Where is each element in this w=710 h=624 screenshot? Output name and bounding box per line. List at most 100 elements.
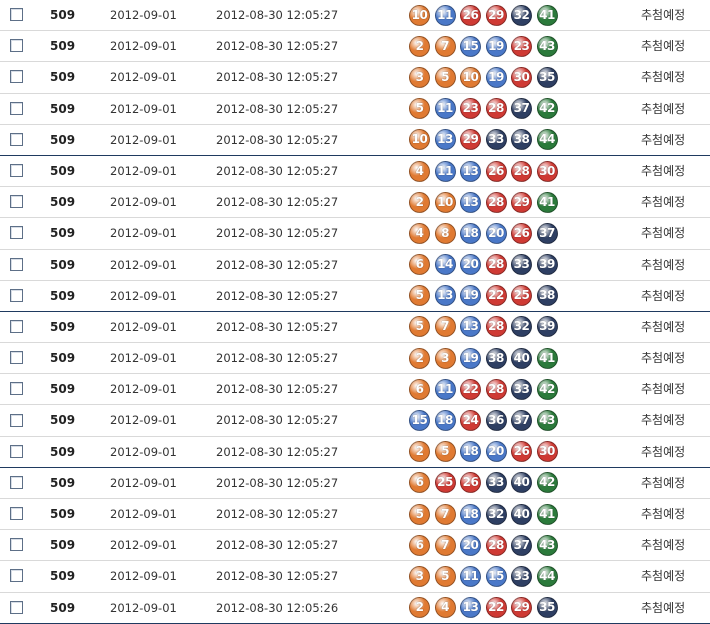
lotto-ball: 40: [511, 472, 532, 494]
lotto-ball: 13: [460, 597, 481, 619]
table-row: 509 2012-09-01 2012-08-30 12:05:27 2 3 19 38 40…: [0, 343, 710, 375]
row-checkbox[interactable]: [10, 8, 23, 22]
lotto-ball: 15: [485, 565, 507, 587]
status-text: 추첨예정: [641, 351, 686, 366]
draw-date: 2012-09-01: [110, 163, 177, 178]
lotto-ball: 5: [409, 316, 430, 338]
lotto-ball: 28: [485, 378, 507, 400]
lotto-ball: 42: [536, 472, 558, 494]
purchase-time: 2012-08-30 12:05:27: [216, 444, 339, 459]
round-number: 509: [50, 163, 76, 178]
lotto-numbers: 2 10 13 28 29 41: [409, 191, 562, 213]
row-checkbox[interactable]: [10, 195, 23, 209]
lotto-ball: 2: [409, 347, 430, 369]
lotto-ball: 6: [409, 534, 430, 556]
lotto-ball: 6: [409, 254, 430, 276]
status-text: 추첨예정: [641, 319, 686, 334]
lotto-ball: 4: [409, 222, 430, 244]
lotto-ball: 13: [460, 316, 481, 338]
row-checkbox[interactable]: [10, 507, 23, 521]
lotto-ball: 37: [511, 410, 532, 432]
row-checkbox[interactable]: [10, 101, 23, 115]
lotto-ball: 26: [511, 441, 532, 463]
lotto-ball: 28: [485, 98, 507, 120]
table-row: 509 2012-09-01 2012-08-30 12:05:27 5 13 19 22 2…: [0, 281, 710, 312]
lotto-ball: 32: [511, 316, 532, 338]
row-checkbox[interactable]: [10, 132, 23, 146]
round-number: 509: [50, 444, 76, 459]
status-text: 추첨예정: [641, 39, 686, 54]
lotto-ball: 23: [460, 98, 481, 120]
row-checkbox[interactable]: [10, 538, 23, 552]
status-text: 추첨예정: [641, 195, 686, 210]
purchase-time: 2012-08-30 12:05:27: [216, 195, 339, 210]
lotto-ball: 30: [536, 441, 558, 463]
status-text: 추첨예정: [641, 413, 686, 428]
table-row: 509 2012-09-01 2012-08-30 12:05:27 4 11 13 26 2…: [0, 156, 710, 188]
lotto-ball: 32: [511, 4, 532, 26]
lotto-ball: 5: [434, 66, 456, 88]
round-number: 509: [50, 475, 76, 490]
lotto-ball: 20: [485, 441, 507, 463]
lotto-numbers: 15 18 24 36 37 43: [409, 410, 562, 432]
lotto-ball: 44: [536, 565, 558, 587]
lotto-ball: 25: [434, 472, 456, 494]
row-checkbox[interactable]: [10, 600, 23, 614]
lotto-ball: 38: [536, 285, 558, 307]
row-checkbox[interactable]: [10, 382, 23, 396]
lotto-ball: 18: [460, 503, 481, 525]
lotto-ball: 41: [536, 347, 558, 369]
row-checkbox[interactable]: [10, 569, 23, 583]
table-row: 509 2012-09-01 2012-08-30 12:05:27 2 7 15 19 23…: [0, 31, 710, 63]
lotto-ball: 4: [409, 160, 430, 182]
lotto-ball: 19: [485, 35, 507, 57]
table-row: 509 2012-09-01 2012-08-30 12:05:27 3 5 11 15 33…: [0, 561, 710, 593]
table-row: 509 2012-09-01 2012-08-30 12:05:27 10 13 29 33…: [0, 125, 710, 156]
row-checkbox[interactable]: [10, 319, 23, 333]
row-checkbox[interactable]: [10, 70, 23, 84]
lotto-ball: 8: [434, 222, 456, 244]
draw-date: 2012-09-01: [110, 226, 177, 241]
row-checkbox[interactable]: [10, 444, 23, 458]
lotto-ball: 7: [434, 316, 456, 338]
lotto-ball: 26: [511, 222, 532, 244]
table-row: 509 2012-09-01 2012-08-30 12:05:27 2 5 18 20 26…: [0, 437, 710, 468]
lotto-ball: 26: [485, 160, 507, 182]
lotto-numbers: 2 5 18 20 26 30: [409, 441, 562, 463]
draw-date: 2012-09-01: [110, 351, 177, 366]
round-number: 509: [50, 569, 76, 584]
row-checkbox[interactable]: [10, 413, 23, 427]
draw-date: 2012-09-01: [110, 569, 177, 584]
purchase-time: 2012-08-30 12:05:27: [216, 163, 339, 178]
lotto-ball: 37: [511, 534, 532, 556]
table-row: 509 2012-09-01 2012-08-30 12:05:27 15 18 24 36…: [0, 405, 710, 437]
row-checkbox[interactable]: [10, 226, 23, 240]
purchase-time: 2012-08-30 12:05:27: [216, 39, 339, 54]
purchase-time: 2012-08-30 12:05:27: [216, 288, 339, 303]
row-checkbox[interactable]: [10, 39, 23, 53]
lotto-numbers: 5 11 23 28 37 42: [409, 98, 562, 120]
lotto-ball: 42: [536, 98, 558, 120]
lotto-ball: 18: [434, 410, 456, 432]
lotto-ball: 30: [511, 66, 532, 88]
purchase-time: 2012-08-30 12:05:27: [216, 507, 339, 521]
status-text: 추첨예정: [641, 101, 686, 116]
round-number: 509: [50, 538, 76, 553]
lotto-ball: 19: [460, 347, 481, 369]
draw-date: 2012-09-01: [110, 507, 177, 521]
row-checkbox[interactable]: [10, 257, 23, 271]
lotto-ball: 11: [434, 4, 456, 26]
row-checkbox[interactable]: [10, 164, 23, 178]
lotto-ball: 13: [460, 160, 481, 182]
row-checkbox[interactable]: [10, 475, 23, 489]
status-text: 추첨예정: [641, 288, 686, 303]
lotto-numbers: 6 11 22 28 33 42: [409, 378, 562, 400]
row-checkbox[interactable]: [10, 288, 23, 302]
lotto-ball: 25: [511, 285, 532, 307]
lotto-numbers: 3 5 10 19 30 35: [409, 66, 562, 88]
row-checkbox[interactable]: [10, 351, 23, 365]
lotto-ball: 20: [460, 534, 481, 556]
purchase-time: 2012-08-30 12:05:27: [216, 101, 339, 116]
lotto-ball: 3: [434, 347, 456, 369]
draw-date: 2012-09-01: [110, 288, 177, 303]
